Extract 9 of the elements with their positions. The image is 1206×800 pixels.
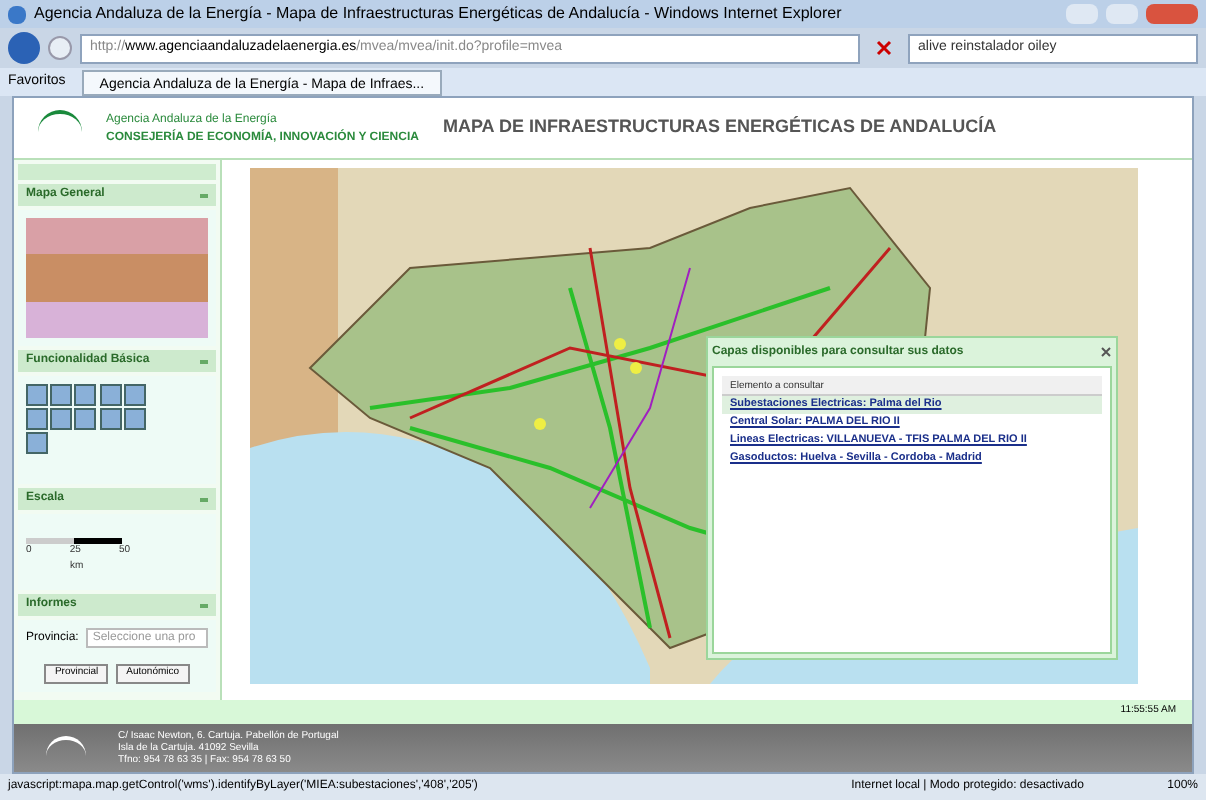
page-title: MAPA DE INFRAESTRUCTURAS ENERGÉTICAS DE ANDALUCÍA: [442, 114, 997, 141]
close-button[interactable]: [1146, 4, 1198, 24]
window-title: Agencia Andaluza de la Energía - Mapa de Infraestructuras Energéticas de Andalucía - Windows Internet Explorer: [34, 2, 844, 26]
close-icon[interactable]: [1100, 346, 1112, 358]
scale-bar: [26, 538, 122, 544]
stop-icon[interactable]: [876, 40, 892, 56]
forward-button[interactable]: [48, 36, 72, 60]
browser-icon: [8, 5, 26, 23]
back-button[interactable]: [8, 32, 40, 64]
